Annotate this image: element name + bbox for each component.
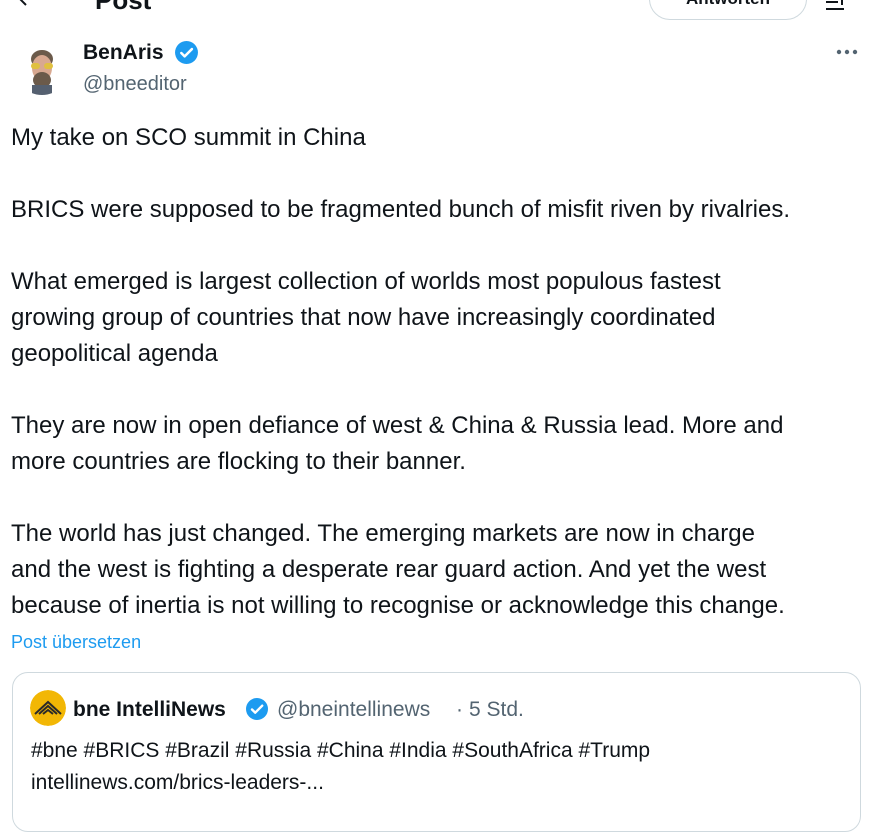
separator-dot: · xyxy=(456,698,463,721)
filter-icon[interactable] xyxy=(823,0,847,14)
quote-author-handle[interactable]: @bneintellinews xyxy=(277,697,430,723)
more-horizontal-icon[interactable] xyxy=(832,40,862,64)
quote-author-name[interactable]: bne IntelliNews xyxy=(73,697,226,723)
post-paragraph: BRICS were supposed to be fragmented bun… xyxy=(11,196,791,223)
post-paragraph: because of inertia is not willing to rec… xyxy=(11,592,785,619)
verified-badge-icon xyxy=(246,698,268,720)
post-paragraph: The world has just changed. The emerging… xyxy=(11,520,755,547)
quote-link[interactable]: intellinews.com/brics-leaders-... xyxy=(31,767,851,799)
post-paragraph: geopolitical agenda xyxy=(11,340,218,367)
post-paragraph: They are now in open defiance of west & … xyxy=(11,412,784,439)
reply-button[interactable]: Antworten xyxy=(649,0,807,20)
translate-post-link[interactable]: Post übersetzen xyxy=(11,630,141,654)
post-paragraph: My take on SCO summit in China xyxy=(11,124,366,151)
avatar-image xyxy=(14,39,70,95)
post-paragraph: growing group of countries that now have… xyxy=(11,304,716,331)
post-paragraph: and the west is fighting a desperate rea… xyxy=(11,556,767,583)
bne-logo-icon xyxy=(30,690,66,726)
quote-timestamp[interactable]: 5 Std. xyxy=(469,697,524,723)
quote-text: #bne #BRICS #Brazil #Russia #China #Indi… xyxy=(31,735,851,799)
post-paragraph: more countries are flocking to their ban… xyxy=(11,448,466,475)
top-bar: Post Antworten xyxy=(0,0,891,28)
verified-badge-icon xyxy=(175,41,198,64)
post-paragraph: What emerged is largest collection of wo… xyxy=(11,268,721,295)
arrow-left-icon[interactable] xyxy=(14,0,38,10)
author-handle[interactable]: @bneeditor xyxy=(83,72,187,96)
quote-avatar[interactable] xyxy=(30,690,66,726)
author-name[interactable]: BenAris xyxy=(83,40,164,66)
quote-text-line: #bne #BRICS #Brazil #Russia #China #Indi… xyxy=(31,739,651,762)
page-title: Post xyxy=(95,0,152,15)
avatar[interactable] xyxy=(14,39,70,95)
post-text: My take on SCO summit in China BRICS wer… xyxy=(11,120,881,624)
quoted-post[interactable]: bne IntelliNews @bneintellinews · 5 Std.… xyxy=(12,672,861,832)
